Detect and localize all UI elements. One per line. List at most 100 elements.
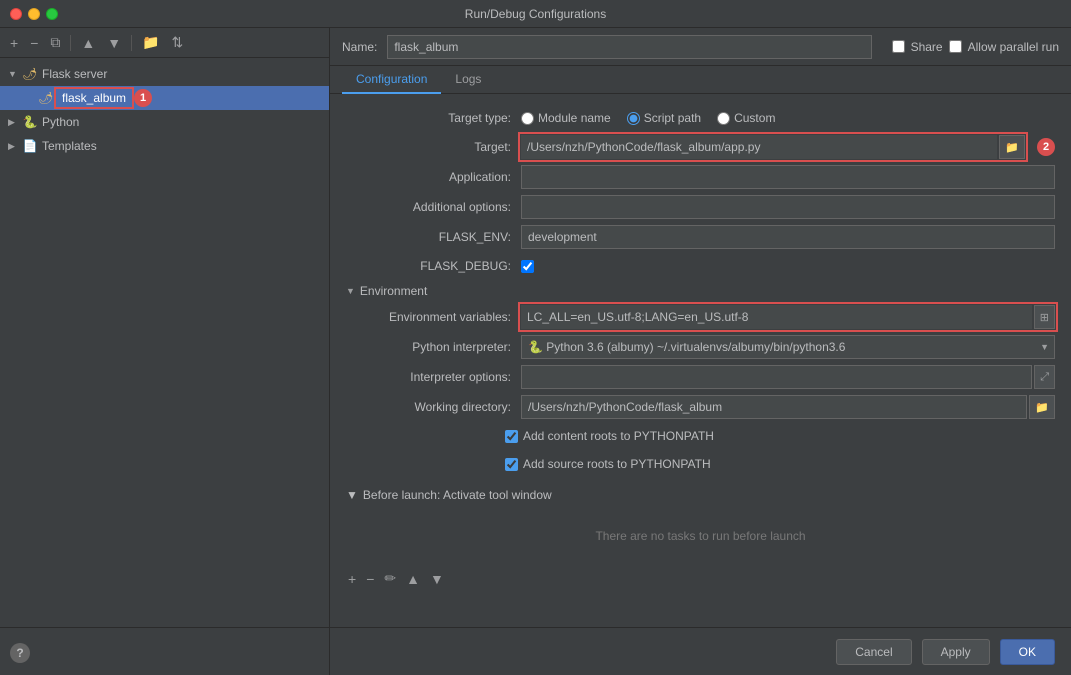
share-label: Share bbox=[911, 40, 943, 54]
custom-radio[interactable] bbox=[717, 112, 730, 125]
sidebar-item-flask-server[interactable]: ▼ 🌶 Flask server bbox=[0, 62, 329, 86]
sidebar-item-label: Python bbox=[42, 115, 79, 129]
main-layout: + − ⧉ ▲ ▼ 📁 ⇅ ▼ 🌶 Flask server 🌶 flask_a… bbox=[0, 28, 1071, 675]
environment-section-label: Environment bbox=[360, 284, 427, 298]
target-value: 📁 2 bbox=[521, 135, 1055, 159]
env-vars-expand-button[interactable]: ⊞ bbox=[1034, 305, 1055, 329]
name-input[interactable] bbox=[387, 35, 871, 59]
env-vars-value: ⊞ bbox=[521, 305, 1055, 329]
folder-button[interactable]: 📁 bbox=[138, 32, 163, 53]
name-label: Name: bbox=[342, 40, 377, 54]
additional-options-row: Additional options: bbox=[330, 192, 1071, 222]
python-interpreter-row: Python interpreter: 🐍 Python 3.6 (albumy… bbox=[330, 332, 1071, 362]
python-interpreter-value: 🐍 Python 3.6 (albumy) ~/.virtualenvs/alb… bbox=[521, 335, 1055, 359]
interpreter-options-row: Interpreter options: ⤢ bbox=[330, 362, 1071, 392]
python-interpreter-select[interactable]: 🐍 Python 3.6 (albumy) ~/.virtualenvs/alb… bbox=[521, 335, 1055, 359]
tab-configuration[interactable]: Configuration bbox=[342, 66, 441, 94]
working-directory-input[interactable] bbox=[521, 395, 1027, 419]
add-content-roots-value: Add content roots to PYTHONPATH bbox=[505, 429, 1055, 443]
ok-button[interactable]: OK bbox=[1000, 639, 1055, 665]
add-config-button[interactable]: + bbox=[6, 33, 22, 53]
share-checkbox[interactable] bbox=[892, 40, 905, 53]
additional-options-value bbox=[521, 195, 1055, 219]
add-source-roots-option[interactable]: Add source roots to PYTHONPATH bbox=[505, 457, 711, 471]
add-content-roots-label: Add content roots to PYTHONPATH bbox=[523, 429, 714, 443]
flask-server-icon: 🌶 bbox=[22, 66, 38, 82]
add-source-roots-value: Add source roots to PYTHONPATH bbox=[505, 457, 1055, 471]
close-button[interactable] bbox=[10, 8, 22, 20]
env-vars-input[interactable] bbox=[521, 305, 1032, 329]
bottom-bar: Cancel Apply OK bbox=[330, 627, 1071, 675]
interpreter-options-value: ⤢ bbox=[521, 365, 1055, 389]
module-name-option[interactable]: Module name bbox=[521, 111, 611, 125]
custom-label: Custom bbox=[734, 111, 775, 125]
flask-env-input[interactable] bbox=[521, 225, 1055, 249]
target-browse-button[interactable]: 📁 bbox=[999, 135, 1025, 159]
working-directory-label: Working directory: bbox=[346, 400, 521, 414]
module-name-radio[interactable] bbox=[521, 112, 534, 125]
add-content-roots-checkbox[interactable] bbox=[505, 430, 518, 443]
interpreter-options-expand-button[interactable]: ⤢ bbox=[1034, 365, 1055, 389]
annotation-badge-1: 1 bbox=[134, 89, 152, 107]
launch-down-button[interactable]: ▼ bbox=[428, 569, 446, 589]
target-label: Target: bbox=[346, 140, 521, 154]
sort-button[interactable]: ⇅ bbox=[168, 32, 188, 53]
maximize-button[interactable] bbox=[46, 8, 58, 20]
working-directory-browse-button[interactable]: 📁 bbox=[1029, 395, 1055, 419]
expand-arrow: ▼ bbox=[8, 69, 22, 79]
add-source-roots-label: Add source roots to PYTHONPATH bbox=[523, 457, 711, 471]
working-directory-value: 📁 bbox=[521, 395, 1055, 419]
before-launch-header[interactable]: ▼ Before launch: Activate tool window bbox=[330, 484, 1071, 506]
move-up-button[interactable]: ▲ bbox=[77, 33, 99, 53]
move-down-button[interactable]: ▼ bbox=[103, 33, 125, 53]
application-row: Application: bbox=[330, 162, 1071, 192]
additional-options-input[interactable] bbox=[521, 195, 1055, 219]
sidebar-item-flask-album[interactable]: 🌶 flask_album 1 bbox=[0, 86, 329, 110]
module-name-label: Module name bbox=[538, 111, 611, 125]
interpreter-options-input-group: ⤢ bbox=[521, 365, 1055, 389]
copy-config-button[interactable]: ⧉ bbox=[46, 32, 64, 53]
sidebar-item-templates[interactable]: ▶ 📄 Templates bbox=[0, 134, 329, 158]
flask-env-label: FLASK_ENV: bbox=[346, 230, 521, 244]
toolbar-separator-2 bbox=[131, 35, 132, 51]
window-title: Run/Debug Configurations bbox=[465, 7, 606, 21]
env-vars-input-group: ⊞ bbox=[521, 305, 1055, 329]
launch-empty-area: There are no tasks to run before launch bbox=[330, 506, 1071, 566]
remove-config-button[interactable]: − bbox=[26, 33, 42, 53]
custom-option[interactable]: Custom bbox=[717, 111, 775, 125]
window-controls bbox=[10, 8, 58, 20]
application-input[interactable] bbox=[521, 165, 1055, 189]
launch-add-button[interactable]: + bbox=[346, 569, 358, 589]
launch-remove-button[interactable]: − bbox=[364, 569, 376, 589]
title-bar: Run/Debug Configurations bbox=[0, 0, 1071, 28]
add-source-roots-checkbox[interactable] bbox=[505, 458, 518, 471]
script-path-radio[interactable] bbox=[627, 112, 640, 125]
minimize-button[interactable] bbox=[28, 8, 40, 20]
target-type-options: Module name Script path Custom bbox=[521, 111, 1055, 125]
target-row: Target: 📁 2 bbox=[330, 132, 1071, 162]
launch-edit-button[interactable]: ✏ bbox=[382, 568, 398, 589]
help-button[interactable]: ? bbox=[10, 643, 30, 663]
add-source-roots-row: Add source roots to PYTHONPATH bbox=[330, 450, 1071, 478]
sidebar-item-python[interactable]: ▶ 🐍 Python bbox=[0, 110, 329, 134]
allow-parallel-checkbox[interactable] bbox=[949, 40, 962, 53]
interpreter-options-input[interactable] bbox=[521, 365, 1032, 389]
flask-debug-row: FLASK_DEBUG: bbox=[330, 252, 1071, 280]
tab-logs[interactable]: Logs bbox=[441, 66, 495, 94]
flask-env-value bbox=[521, 225, 1055, 249]
environment-section-header[interactable]: ▼ Environment bbox=[330, 280, 1071, 302]
sidebar-toolbar: + − ⧉ ▲ ▼ 📁 ⇅ bbox=[0, 28, 329, 58]
script-path-option[interactable]: Script path bbox=[627, 111, 701, 125]
right-panel: Name: Share Allow parallel run Configura… bbox=[330, 28, 1071, 675]
flask-debug-label: FLASK_DEBUG: bbox=[346, 259, 521, 273]
sidebar-bottom: ? bbox=[0, 627, 329, 675]
apply-button[interactable]: Apply bbox=[922, 639, 990, 665]
form-content: Target type: Module name Script path Cus… bbox=[330, 94, 1071, 627]
add-content-roots-row: Add content roots to PYTHONPATH bbox=[330, 422, 1071, 450]
target-input[interactable] bbox=[521, 135, 997, 159]
flask-debug-checkbox[interactable] bbox=[521, 260, 534, 273]
annotation-badge-2: 2 bbox=[1037, 138, 1055, 156]
add-content-roots-option[interactable]: Add content roots to PYTHONPATH bbox=[505, 429, 714, 443]
launch-up-button[interactable]: ▲ bbox=[404, 569, 422, 589]
cancel-button[interactable]: Cancel bbox=[836, 639, 911, 665]
